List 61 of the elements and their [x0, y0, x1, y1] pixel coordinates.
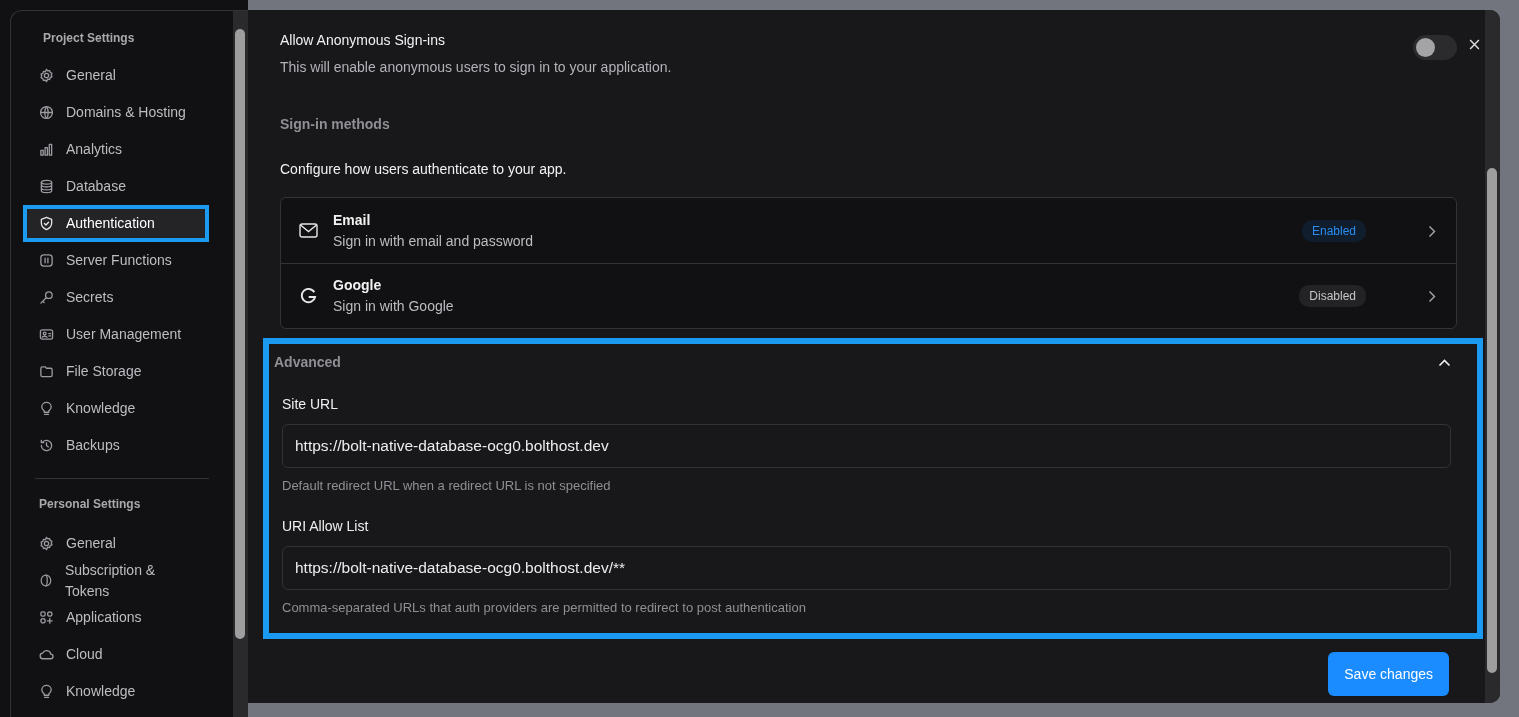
apps-icon	[39, 610, 54, 625]
coin-icon	[39, 573, 53, 588]
section-heading: Project Settings	[42, 30, 136, 47]
sidebar-item[interactable]: Applications	[23, 599, 209, 636]
sidebar-item[interactable]: User Management	[23, 316, 209, 353]
status-label: Enabled	[1301, 219, 1366, 242]
chevron-up-icon	[1438, 358, 1451, 367]
sidebar-item[interactable]: Knowledge	[23, 390, 209, 427]
id-card-icon	[39, 327, 54, 342]
lightbulb-icon	[39, 401, 54, 416]
sidebar-item[interactable]: File Storage	[23, 353, 209, 390]
folder-icon	[39, 364, 54, 379]
section-description: Configure how users authenticate to your app.	[280, 160, 568, 179]
toggle-switch[interactable]	[1413, 34, 1457, 60]
setting-description: This will enable anonymous users to sign in to your application.	[280, 58, 673, 77]
sidebar-item[interactable]: Knowledge	[23, 673, 209, 710]
shield-icon	[39, 216, 54, 231]
provider-row[interactable]: Google Sign in with Google Disabled	[281, 263, 1456, 328]
field-label: Site URL	[282, 395, 340, 414]
sidebar-item[interactable]: General	[23, 57, 209, 94]
scrollbar[interactable]	[1485, 10, 1500, 703]
provider-name: Google	[333, 276, 383, 295]
field-label: URI Allow List	[282, 516, 370, 536]
sidebar-scrollbar[interactable]	[233, 11, 248, 717]
cloud-icon	[39, 647, 54, 662]
database-icon	[39, 179, 54, 194]
sidebar-item[interactable]: Domains & Hosting	[23, 94, 209, 131]
provider-description: Sign in with email and password	[333, 231, 534, 251]
sidebar-item[interactable]: Subscription & Tokens	[23, 562, 209, 599]
advanced-toggle[interactable]: Advanced	[274, 350, 1451, 374]
function-icon	[39, 253, 54, 268]
chevron-right-icon	[1428, 224, 1436, 238]
gear-icon	[39, 536, 54, 551]
globe-icon	[39, 105, 54, 120]
sidebar-item[interactable]: Database	[23, 168, 209, 205]
history-icon	[39, 438, 54, 453]
section-heading: Personal Settings	[38, 496, 142, 513]
sidebar-item[interactable]: Backups	[23, 427, 209, 464]
chevron-right-icon	[1428, 290, 1436, 304]
sidebar-item[interactable]: Secrets	[23, 279, 209, 316]
help-text: Default redirect URL when a redirect URL is not specified	[282, 477, 612, 495]
section-heading: Sign-in methods	[280, 115, 391, 134]
provider-description: Sign in with Google	[333, 297, 455, 316]
setting-title: Allow Anonymous Sign-ins	[280, 31, 446, 50]
lightbulb-icon	[39, 684, 54, 699]
gear-icon	[39, 68, 54, 83]
key-icon	[39, 290, 54, 305]
sidebar-item[interactable]: Authentication	[23, 205, 209, 242]
sidebar-item[interactable]: General	[23, 525, 209, 562]
input-field[interactable]: https://bolt-native-database-ocg0.bolthost.dev	[282, 424, 1451, 468]
input-field[interactable]: https://bolt-native-database-ocg0.bolthost.dev/**	[282, 545, 1451, 590]
help-text: Comma-separated URLs that auth providers are permitted to redirect to post authentication	[282, 598, 807, 617]
g-logo-icon	[299, 287, 317, 305]
sidebar-item[interactable]: Cloud	[23, 636, 209, 673]
provider-row[interactable]: Email Sign in with email and password Enabled	[281, 198, 1456, 263]
envelope-icon	[298, 223, 318, 238]
sidebar-item[interactable]: Analytics	[23, 131, 209, 168]
provider-name: Email	[333, 210, 372, 230]
bar-chart-icon	[39, 142, 54, 157]
sidebar-item[interactable]: Server Functions	[23, 242, 209, 279]
status-label: Disabled	[1299, 285, 1366, 307]
